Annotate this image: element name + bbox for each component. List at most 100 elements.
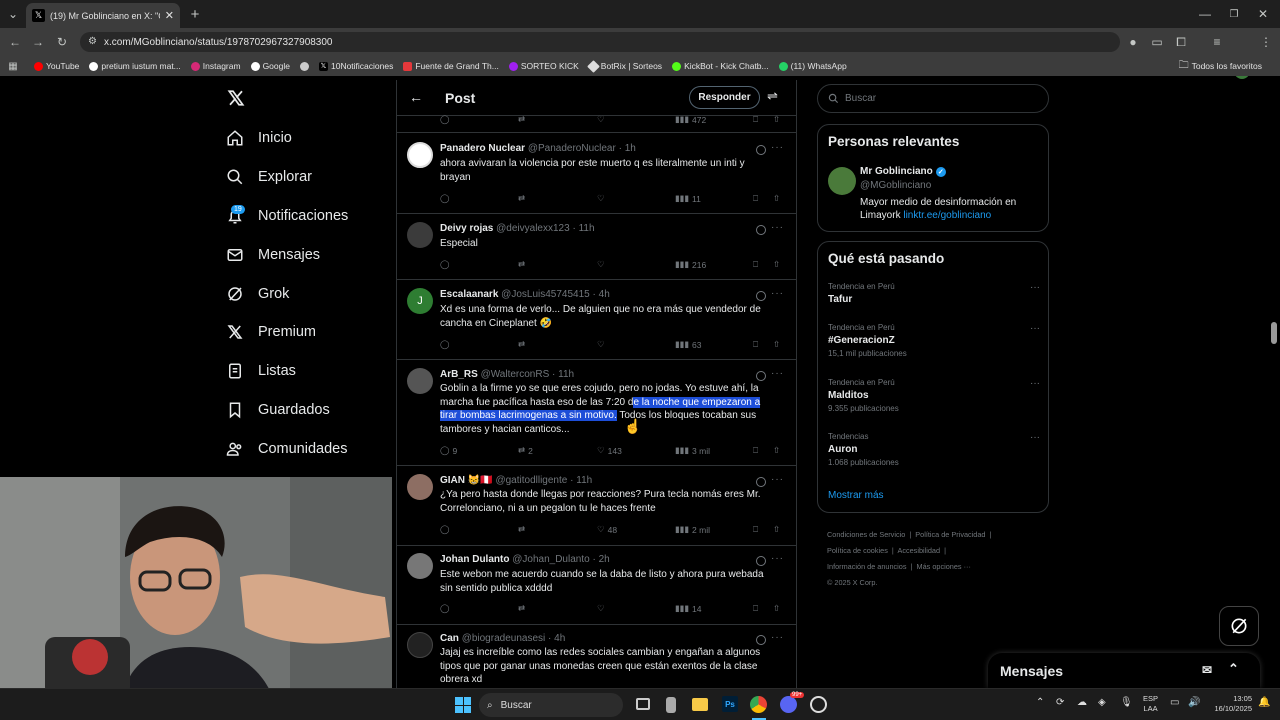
trend-item[interactable]: Tendencia en Perú Tafur ··· — [828, 282, 1040, 305]
more-menu-icon[interactable]: ··· — [771, 553, 784, 564]
bookmark-sorteo-kick[interactable]: SORTEO KICK — [508, 61, 579, 71]
like-icon[interactable]: ♡ — [597, 259, 605, 270]
more-menu-icon[interactable]: ··· — [771, 142, 784, 153]
onedrive-icon[interactable]: ☁ — [1077, 697, 1087, 708]
bookmark-icon[interactable]: ⎕ — [753, 339, 758, 350]
tray-icon[interactable]: ⟳ — [1056, 697, 1064, 708]
more-menu-icon[interactable]: ··· — [771, 368, 784, 379]
grok-icon[interactable] — [756, 556, 766, 566]
avatar[interactable] — [407, 474, 433, 500]
tab-list-icon[interactable]: ⌄ — [4, 5, 22, 23]
minimize-icon[interactable]: — — [1196, 5, 1214, 23]
avatar[interactable] — [407, 368, 433, 394]
more-menu-icon[interactable]: ··· — [771, 222, 784, 233]
timestamp[interactable]: 11h — [579, 223, 595, 234]
new-message-icon[interactable]: ✉ — [1202, 663, 1212, 677]
filter-sliders-icon[interactable]: ⇌ — [767, 88, 778, 104]
share-icon[interactable]: ⇧ — [773, 259, 780, 270]
nav-item-inicio[interactable]: Inicio — [226, 125, 292, 151]
task-view-icon[interactable] — [636, 698, 650, 710]
avatar[interactable] — [407, 222, 433, 248]
reply-tweet[interactable]: Johan Dulanto @Johan_Dulanto · 2h ··· Es… — [397, 546, 796, 625]
page-scrollbar-thumb[interactable] — [1271, 322, 1277, 344]
share-icon[interactable]: ⇧ — [773, 603, 780, 614]
back-arrow-icon[interactable]: ← — [409, 89, 423, 105]
bookmark-icon[interactable]: ⎕ — [753, 259, 758, 270]
author-handle[interactable]: @Johan_Dulanto — [512, 554, 589, 565]
app-icon[interactable] — [810, 696, 827, 713]
input-language[interactable]: ESP LAA — [1143, 694, 1158, 714]
retweet-icon[interactable]: ⇄ — [518, 339, 525, 350]
share-icon[interactable]: ⇧ — [773, 114, 780, 125]
reply-icon[interactable]: ◯ 9 — [440, 445, 457, 456]
grok-icon[interactable] — [756, 477, 766, 487]
show-more-link[interactable]: Mostrar más — [828, 490, 884, 501]
more-menu-icon[interactable]: ··· — [771, 632, 784, 643]
nav-item-guardados[interactable]: Guardados — [226, 397, 330, 423]
views-icon[interactable]: ▮▮▮ 63 — [675, 339, 702, 350]
tray-overflow-icon[interactable]: ⌃ — [1036, 697, 1044, 708]
forward-icon[interactable]: → — [29, 33, 47, 51]
more-menu-icon[interactable]: ··· — [1030, 432, 1040, 443]
author-name[interactable]: ArB_RS — [440, 369, 478, 380]
bookmark-whatsapp[interactable]: (11) WhatsApp — [778, 61, 847, 71]
footer-link[interactable]: Política de cookies — [827, 546, 888, 555]
avatar[interactable]: J — [407, 288, 433, 314]
like-icon[interactable]: ♡ 143 — [597, 445, 622, 456]
more-menu-icon[interactable]: ··· — [1030, 378, 1040, 389]
reply-tweet[interactable]: GIAN 😸🇵🇪 @gatitodlligente · 11h ··· ¿Ya … — [397, 466, 796, 546]
chrome-icon[interactable] — [750, 696, 767, 713]
trend-item[interactable]: Tendencia en Perú Malditos 9.355 publica… — [828, 378, 1040, 413]
retweet-icon[interactable]: ⇄ — [518, 193, 525, 204]
messages-drawer[interactable]: Mensajes ✉ ⌃ — [988, 653, 1260, 688]
file-explorer-icon[interactable] — [692, 698, 708, 711]
nav-item-mensajes[interactable]: Mensajes — [226, 242, 320, 268]
bookmark-google[interactable]: Google — [250, 61, 290, 71]
reply-button[interactable]: Responder — [689, 86, 760, 109]
trend-item[interactable]: Tendencias Auron 1.068 publicaciones ··· — [828, 432, 1040, 467]
retweet-icon[interactable]: ⇄ — [518, 259, 525, 270]
bookmark-10notificaciones[interactable]: 𝕏 10Notificaciones — [318, 61, 393, 71]
like-icon[interactable]: ♡ — [597, 339, 605, 350]
grok-icon[interactable] — [756, 371, 766, 381]
photoshop-icon[interactable]: Ps — [722, 696, 738, 712]
volume-icon[interactable]: 🔊 — [1188, 697, 1200, 708]
more-menu-icon[interactable]: ··· — [1030, 282, 1040, 293]
avatar[interactable] — [407, 553, 433, 579]
author-name[interactable]: Escalaanark — [440, 289, 498, 300]
nav-item-grok[interactable]: Grok — [226, 281, 289, 307]
reply-icon[interactable]: ◯ — [440, 259, 450, 270]
share-icon[interactable]: ⇧ — [773, 193, 780, 204]
timestamp[interactable]: 4h — [599, 289, 610, 300]
retweet-icon[interactable]: ⇄ — [518, 114, 525, 125]
discord-icon[interactable] — [780, 696, 797, 713]
close-tab-icon[interactable]: ✕ — [165, 9, 174, 22]
reply-icon[interactable]: ◯ — [440, 193, 450, 204]
views-icon[interactable]: ▮▮▮ 216 — [675, 259, 706, 270]
views-icon[interactable]: ▮▮▮ 3 mil — [675, 445, 710, 456]
author-handle[interactable]: @PanaderoNuclear — [528, 143, 616, 154]
trend-item[interactable]: Tendencia en Perú #GeneracionZ 15,1 mil … — [828, 323, 1040, 358]
maximize-icon[interactable]: ❐ — [1225, 5, 1243, 23]
nav-item-listas[interactable]: Listas — [226, 358, 296, 384]
bookmark-gta[interactable]: Fuente de Grand Th... — [403, 61, 499, 71]
grok-floating-button[interactable] — [1219, 606, 1259, 646]
footer-link[interactable]: Información de anuncios — [827, 562, 907, 571]
bookmark-icon[interactable]: ⎕ — [753, 524, 758, 535]
bookmark-unnamed[interactable] — [299, 61, 309, 71]
timestamp[interactable]: 2h — [599, 554, 610, 565]
more-menu-icon[interactable]: ··· — [771, 474, 784, 485]
reading-list-icon[interactable]: ≡ — [1208, 33, 1226, 51]
grok-icon[interactable] — [756, 635, 766, 645]
reply-icon[interactable]: ◯ — [440, 524, 450, 535]
reply-tweet[interactable]: ArB_RS @WalterconRS · 11h ··· Goblin a l… — [397, 360, 796, 466]
author-name[interactable]: Deivy rojas — [440, 223, 493, 234]
x-logo-icon[interactable] — [227, 89, 245, 112]
author-handle[interactable]: @gatitodlligente — [495, 475, 567, 486]
author-handle[interactable]: @biogradeunasesi — [462, 633, 546, 644]
reply-tweet[interactable]: Can @biogradeunasesi · 4h ··· Jajaj es i… — [397, 625, 796, 688]
url-field[interactable]: ⚙ x.com/MGoblinciano/status/197870296732… — [80, 32, 1120, 52]
back-icon[interactable]: ← — [6, 33, 24, 51]
author-name[interactable]: Panadero Nuclear — [440, 143, 525, 154]
like-icon[interactable]: ♡ 48 — [597, 524, 617, 535]
